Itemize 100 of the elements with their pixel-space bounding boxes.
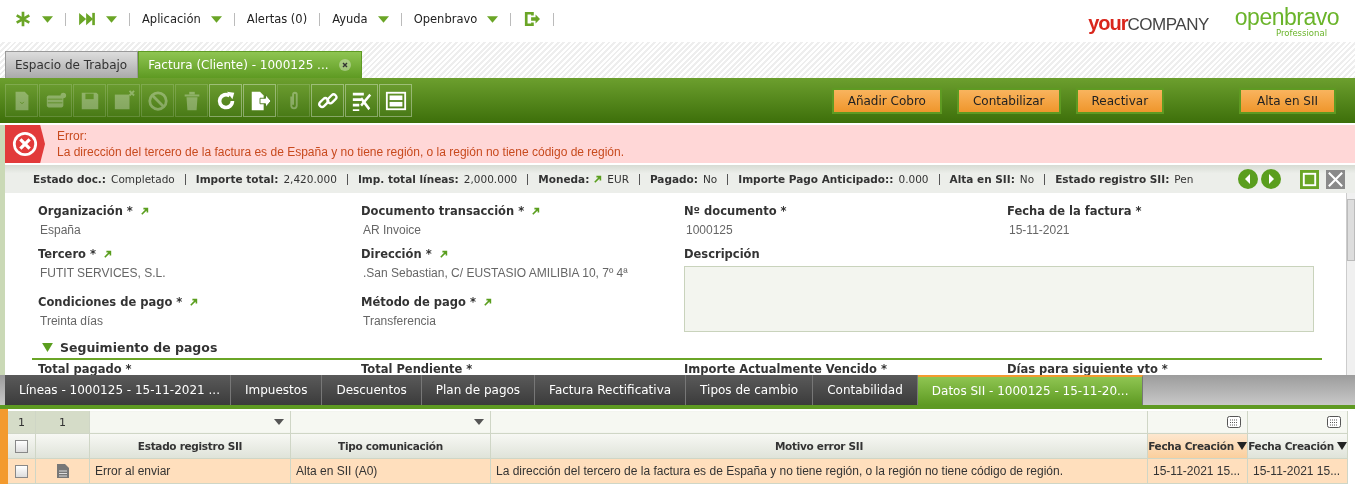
field-value: España <box>39 223 82 237</box>
row-checkbox[interactable] <box>15 464 28 478</box>
fast-forward-icon[interactable] <box>78 12 96 26</box>
field-label: Método de pago * <box>361 294 476 309</box>
column-header[interactable]: Estado registro SII <box>90 434 291 458</box>
asterisk-icon[interactable] <box>14 10 32 28</box>
next-icon[interactable] <box>1261 169 1281 189</box>
message-title: Error: <box>57 128 88 144</box>
error-icon <box>12 131 38 157</box>
action-button[interactable]: Reactivar <box>1075 87 1165 114</box>
action-button[interactable]: Añadir Cobro <box>831 87 942 114</box>
edition-label: Professional <box>1275 29 1327 38</box>
toolbar-button[interactable] <box>379 84 412 117</box>
calendar-icon[interactable] <box>1227 416 1241 428</box>
status-label: Importe total: <box>195 173 279 185</box>
child-tab[interactable]: Tipos de cambio <box>686 375 814 405</box>
column-header[interactable]: Fecha Creación <box>1248 434 1348 458</box>
field-value: .San Sebastian, C/ EUSTASIO AMILIBIA 10, 7º 4ª <box>362 266 629 280</box>
status-value: EUR <box>607 173 629 185</box>
previous-icon[interactable] <box>1238 169 1258 189</box>
menu-item[interactable]: Ayuda <box>332 12 368 26</box>
table-cell-text: Error al enviar <box>94 464 171 478</box>
status-value: 0.000 <box>898 173 929 185</box>
field-value: AR Invoice <box>362 223 423 237</box>
action-button[interactable]: Contabilizar <box>956 87 1061 114</box>
brand-logo: openbravo <box>1234 6 1339 29</box>
status-value: No <box>1019 173 1035 185</box>
cancel-icon <box>146 89 169 112</box>
status-value: 2,420.000 <box>283 173 337 185</box>
column-header[interactable]: Tipo comunicación <box>291 434 491 458</box>
close-icon[interactable] <box>1326 169 1345 189</box>
status-label: Moneda: <box>538 173 590 185</box>
field-label: Dirección * <box>361 247 432 261</box>
field-label: Total Pendiente * <box>361 362 474 375</box>
section-header[interactable]: Seguimiento de pagos <box>32 340 1322 360</box>
expand-icon[interactable] <box>42 343 53 352</box>
field-label: Días para siguiente vto * <box>1007 362 1169 375</box>
caret-icon[interactable] <box>106 15 117 23</box>
child-tab[interactable]: Líneas - 1000125 - 15-11-2021 ... <box>5 375 231 405</box>
table-cell-text: 15-11-2021 15... <box>1252 464 1341 478</box>
field-label: Documento transacción * <box>361 204 525 218</box>
toolbar-button[interactable] <box>209 84 242 117</box>
child-tab[interactable]: Factura Rectificativa <box>535 375 687 405</box>
child-tab[interactable]: Plan de pagos <box>421 375 536 405</box>
arrow-icon[interactable] <box>532 207 541 215</box>
arrow-icon[interactable] <box>104 250 112 258</box>
status-value: No <box>703 173 718 185</box>
sort-icon[interactable] <box>1336 442 1347 450</box>
field-label: Descripción <box>684 247 760 261</box>
caret-icon[interactable] <box>210 15 222 23</box>
field-value: 15-11-2021 <box>1008 223 1071 237</box>
document-icon[interactable] <box>56 464 69 478</box>
toolbar-button[interactable] <box>243 84 276 117</box>
arrow-icon[interactable] <box>439 250 448 258</box>
status-label: Alta en SII: <box>949 173 1015 185</box>
arrow-icon[interactable] <box>594 175 603 183</box>
arrow-icon[interactable] <box>140 207 149 215</box>
child-tab[interactable]: Impuestos <box>231 375 323 405</box>
action-button[interactable]: Alta en SII <box>1239 87 1336 114</box>
scrollbar[interactable] <box>1346 193 1355 375</box>
description-field[interactable] <box>684 266 1314 332</box>
row-count: 1 <box>18 415 25 429</box>
toolbar-button[interactable] <box>345 84 378 117</box>
calendar-icon[interactable] <box>1327 416 1341 428</box>
caret-icon[interactable] <box>377 15 389 23</box>
message-text: La dirección del tercero de la factura es de España y no tiene región, o la región no tiene código de región. <box>57 144 625 160</box>
field-label: Tercero * <box>38 247 96 261</box>
select-all-checkbox[interactable] <box>15 439 28 453</box>
window-tab[interactable]: Espacio de Trabajo <box>5 51 139 78</box>
sort-icon[interactable] <box>1236 442 1247 450</box>
arrow-icon[interactable] <box>483 297 492 306</box>
field-label: Nº documento * <box>684 204 787 218</box>
field-value: FUTIT SERVICES, S.L. <box>39 266 167 280</box>
close-icon[interactable] <box>338 59 351 71</box>
maximize-icon[interactable] <box>1300 169 1319 189</box>
status-label: Imp. total líneas: <box>357 173 459 185</box>
menu-item[interactable]: Openbravo <box>413 12 478 26</box>
caret-icon[interactable] <box>274 419 284 425</box>
child-tab[interactable]: Descuentos <box>322 375 422 405</box>
menu-item[interactable]: Alertas (0) <box>246 12 308 26</box>
field-label: Fecha de la factura * <box>1007 204 1142 218</box>
row-count: 1 <box>59 415 66 429</box>
toolbar-button[interactable] <box>311 84 344 117</box>
caret-icon[interactable] <box>42 15 53 23</box>
arrow-icon[interactable] <box>190 297 199 306</box>
status-value: Pen <box>1174 173 1194 185</box>
field-value: Transferencia <box>362 313 437 328</box>
field-label: Organización * <box>38 204 133 218</box>
menu-item[interactable]: Aplicación <box>142 12 201 26</box>
caret-icon[interactable] <box>474 419 484 425</box>
field-value: 1000125 <box>685 223 734 237</box>
status-label: Estado registro SII: <box>1055 173 1170 185</box>
caret-icon[interactable] <box>487 15 499 23</box>
logout-icon[interactable] <box>523 11 542 27</box>
field-label: Total pagado * <box>38 362 133 375</box>
column-header[interactable]: Fecha Creación <box>1148 434 1248 458</box>
table-cell-text: La dirección del tercero de la factura es de España y no tiene región, o la región no tiene código de región. <box>495 464 1064 478</box>
status-label: Pagado: <box>649 173 698 185</box>
child-tab[interactable]: Contabilidad <box>813 375 918 405</box>
table-row[interactable]: Error al enviar Alta en SII (A0) La dirección del tercero de la factura es de España y no tiene región, o la región no tiene código de región. 15-11-2021 15... 15-11-2021 15... <box>8 459 1348 484</box>
